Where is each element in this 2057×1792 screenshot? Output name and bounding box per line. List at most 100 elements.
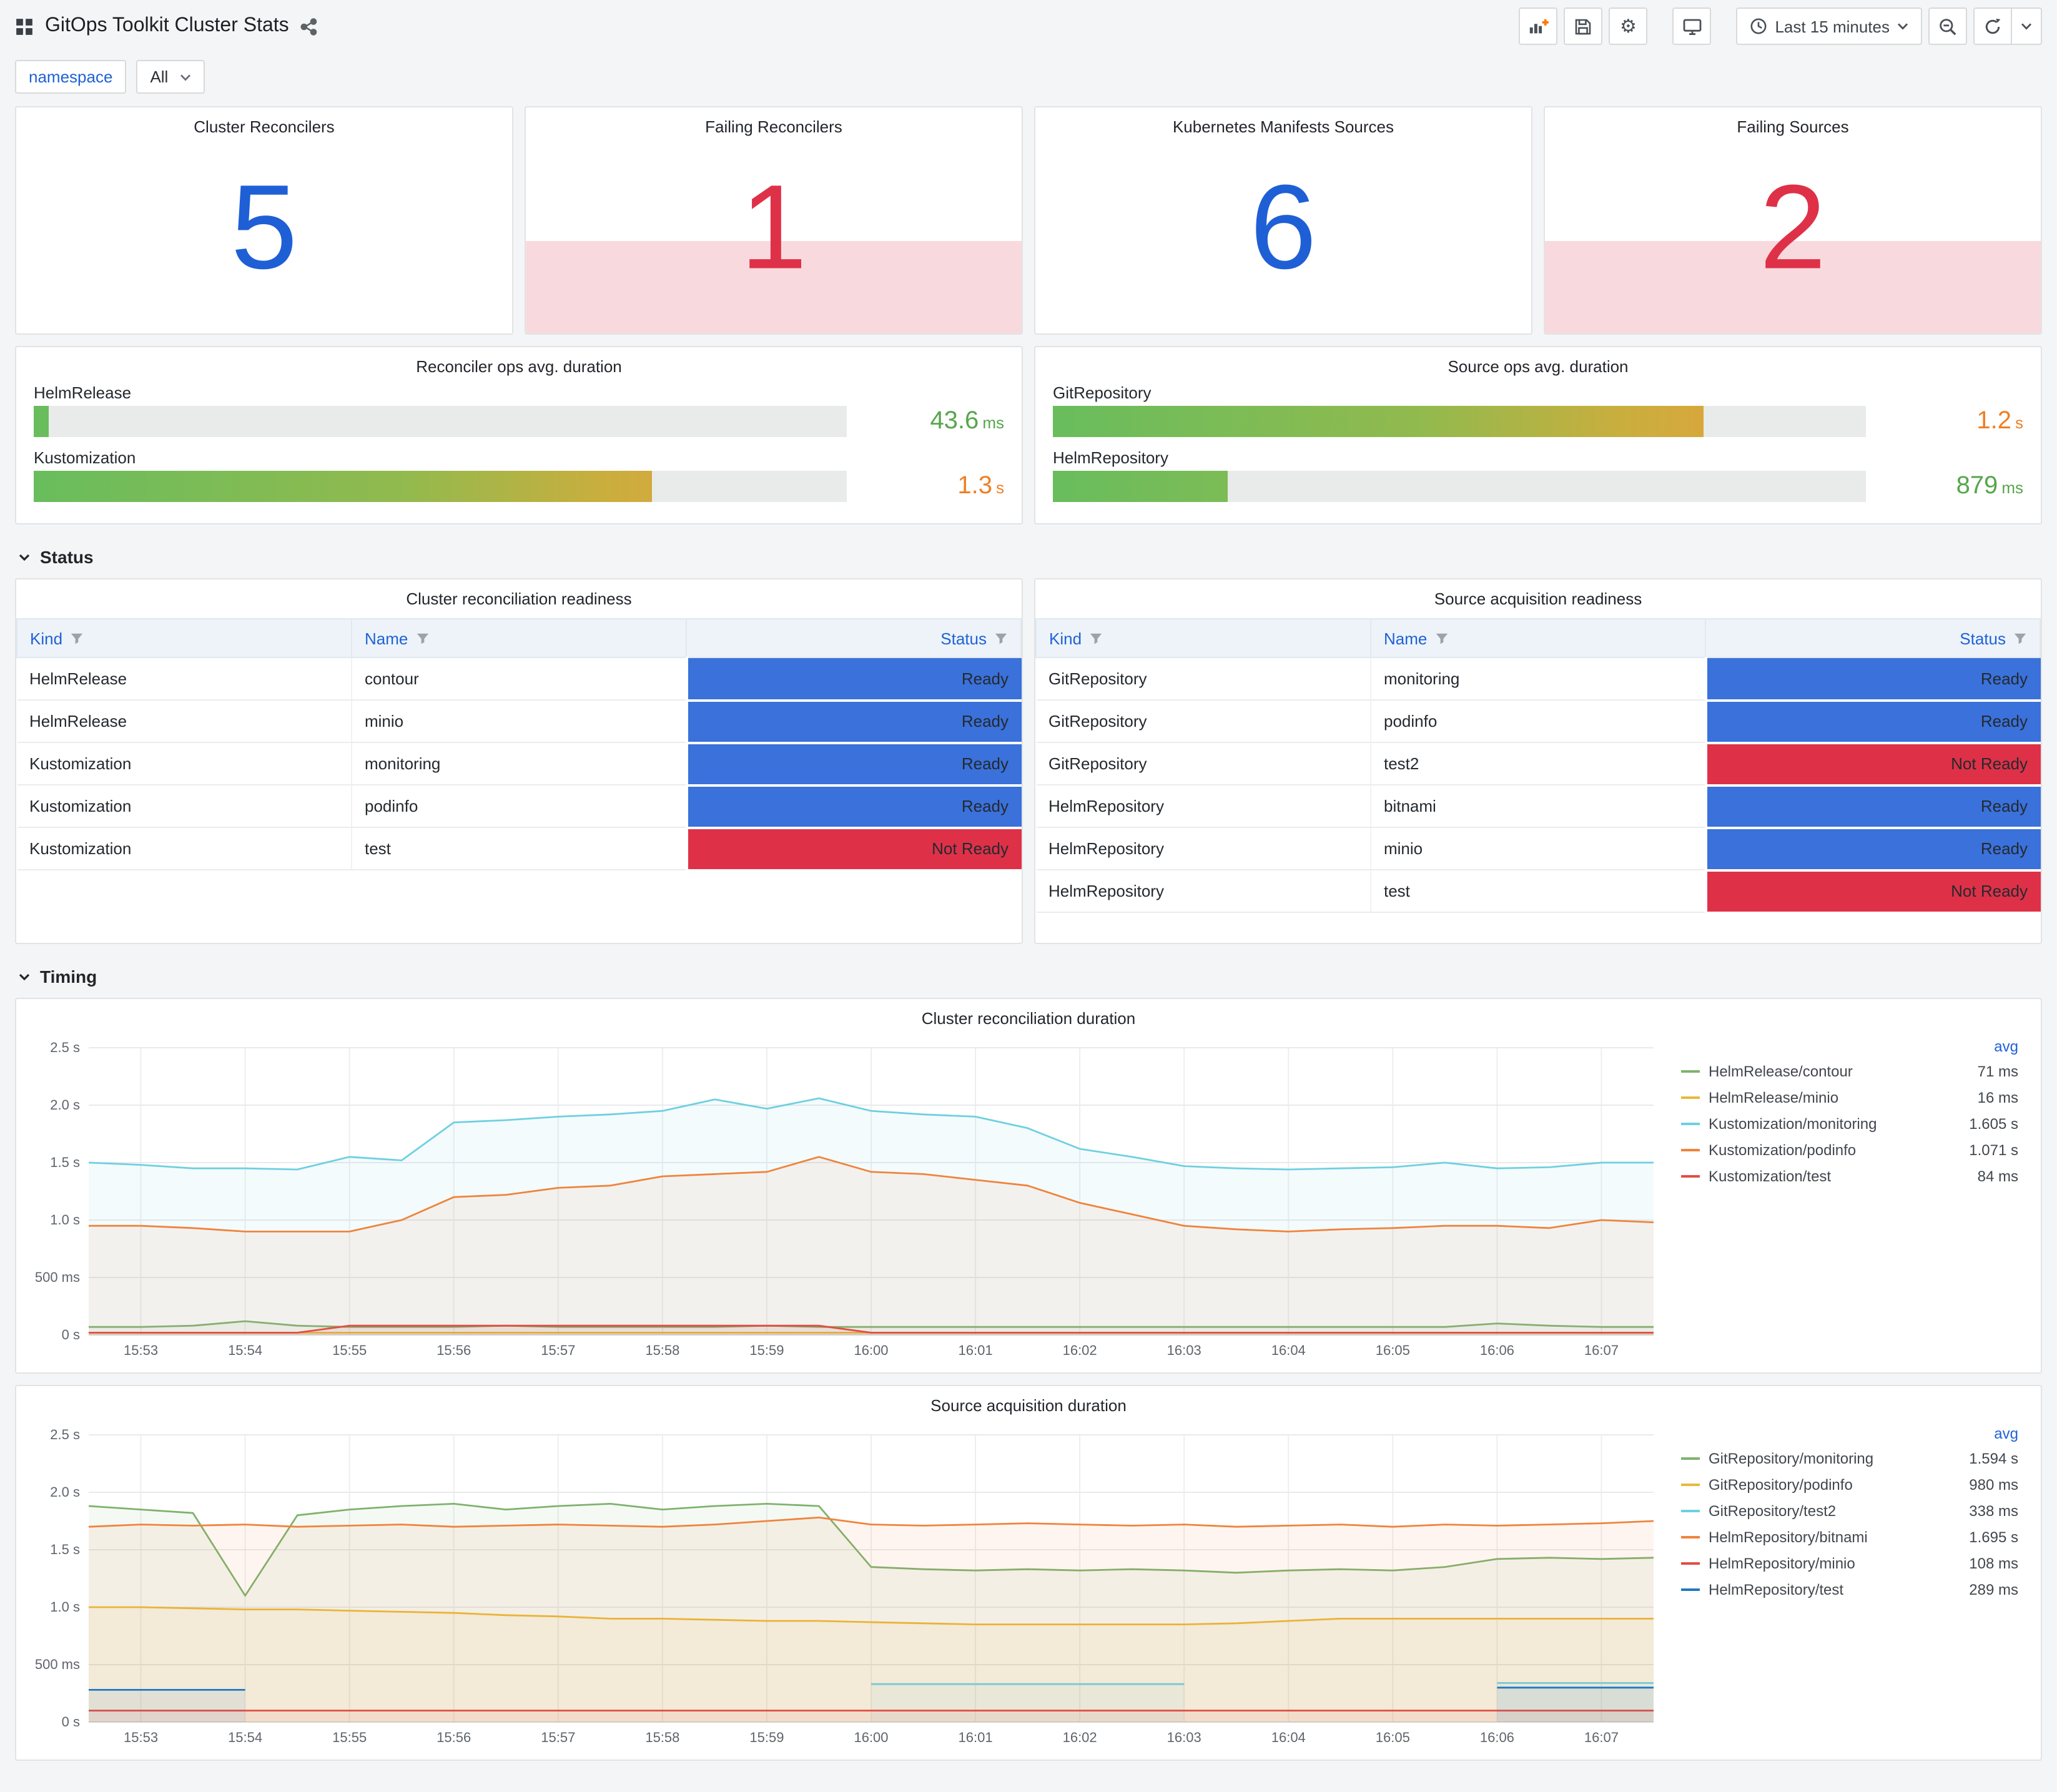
chart-legend: avg HelmRelease/contour 71 ms HelmRelease/m…: [1671, 1035, 2031, 1365]
time-series-plot[interactable]: 15:53 15:54 15:55 15:56 15:57 15:58 15:59 16:00…: [24, 1035, 1671, 1365]
series-name[interactable]: HelmRepository/bitnami: [1709, 1528, 1959, 1545]
stat-value: 5: [230, 160, 298, 294]
series-name[interactable]: Kustomization/monitoring: [1709, 1115, 1959, 1132]
legend-item[interactable]: HelmRepository/bitnami 1.695 s: [1681, 1524, 2018, 1550]
series-avg-value: 289 ms: [1969, 1580, 2018, 1598]
series-name[interactable]: HelmRepository/test: [1709, 1580, 1959, 1598]
series-color-dash: [1681, 1562, 1700, 1564]
column-header-kind[interactable]: Kind: [1035, 618, 1371, 658]
filter-icon[interactable]: [415, 631, 429, 645]
cell-name: monitoring: [352, 742, 687, 785]
cell-name: minio: [1371, 827, 1706, 870]
cell-kind: GitRepository: [1036, 742, 1371, 785]
tv-cycle-icon[interactable]: [1672, 7, 1712, 45]
legend-item[interactable]: GitRepository/podinfo 980 ms: [1681, 1471, 2018, 1497]
legend-item[interactable]: GitRepository/test2 338 ms: [1681, 1497, 2018, 1524]
apps-grid-icon[interactable]: [15, 17, 34, 36]
gauge-bar: [1053, 406, 1704, 437]
series-name[interactable]: GitRepository/monitoring: [1709, 1449, 1959, 1467]
series-name[interactable]: Kustomization/test: [1709, 1167, 1968, 1184]
panel-title[interactable]: Kubernetes Manifests Sources: [1035, 107, 1531, 141]
cell-kind: HelmRepository: [1036, 785, 1371, 828]
refresh-interval-caret[interactable]: [2012, 7, 2042, 45]
filter-icon[interactable]: [70, 631, 84, 645]
cell-name: test2: [1371, 742, 1706, 785]
series-name[interactable]: HelmRelease/minio: [1709, 1088, 1968, 1106]
gauge-row: HelmRepository 879 ms: [1053, 448, 2023, 502]
panel-title[interactable]: Cluster Reconcilers: [16, 107, 512, 141]
svg-text:16:06: 16:06: [1480, 1730, 1514, 1745]
svg-text:500 ms: 500 ms: [35, 1269, 80, 1285]
filter-icon[interactable]: [2013, 631, 2027, 645]
series-avg-value: 84 ms: [1977, 1167, 2018, 1184]
settings-gear-icon[interactable]: ⚙: [1609, 7, 1648, 45]
chevron-down-icon: [19, 973, 30, 980]
svg-text:15:59: 15:59: [749, 1342, 784, 1358]
filter-icon[interactable]: [1434, 631, 1448, 645]
cell-name: podinfo: [352, 785, 687, 828]
panel-title[interactable]: Source acquisition readiness: [1035, 579, 2041, 613]
filter-icon[interactable]: [1089, 631, 1103, 645]
column-header-name[interactable]: Name: [1370, 618, 1706, 658]
time-range-picker[interactable]: Last 15 minutes: [1736, 7, 1922, 45]
section-row-timing[interactable]: Timing: [15, 955, 2042, 998]
stat-panel-cluster-reconcilers: Cluster Reconcilers 5: [15, 106, 513, 335]
status-badge: Ready: [685, 657, 1021, 701]
svg-text:1.5 s: 1.5 s: [50, 1154, 80, 1170]
chart-canvas[interactable]: 15:53 15:54 15:55 15:56 15:57 15:58 15:59 16:00…: [24, 1035, 1671, 1365]
legend-item[interactable]: HelmRepository/test 289 ms: [1681, 1576, 2018, 1602]
series-name[interactable]: Kustomization/podinfo: [1709, 1141, 1959, 1158]
cell-kind: HelmRepository: [1036, 870, 1371, 913]
series-name[interactable]: HelmRelease/contour: [1709, 1062, 1968, 1080]
column-header-label: Name: [1384, 629, 1428, 647]
status-badge: Ready: [1704, 700, 2040, 744]
svg-text:2.0 s: 2.0 s: [50, 1097, 80, 1113]
legend-avg-header[interactable]: avg: [1681, 1425, 2018, 1442]
legend-item[interactable]: Kustomization/podinfo 1.071 s: [1681, 1136, 2018, 1163]
table-row: GitRepository monitoring Ready: [1036, 657, 2040, 701]
panel-title[interactable]: Cluster reconciliation duration: [16, 999, 2041, 1033]
add-panel-button[interactable]: [1519, 7, 1558, 45]
time-series-plot[interactable]: 15:53 15:54 15:55 15:56 15:57 15:58 15:59 16:00…: [24, 1422, 1671, 1752]
legend-item[interactable]: Kustomization/test 84 ms: [1681, 1163, 2018, 1189]
share-icon[interactable]: [300, 17, 319, 36]
refresh-icon[interactable]: [1973, 7, 2012, 45]
panel-title[interactable]: Source ops avg. duration: [1035, 347, 2041, 381]
section-row-status[interactable]: Status: [15, 536, 2042, 578]
status-badge: Ready: [1704, 785, 2040, 829]
legend-item[interactable]: HelmRelease/contour 71 ms: [1681, 1058, 2018, 1084]
series-name[interactable]: HelmRepository/minio: [1709, 1554, 1959, 1572]
panel-title[interactable]: Failing Reconcilers: [526, 107, 1022, 141]
column-header-name[interactable]: Name: [351, 618, 687, 658]
panel-title[interactable]: Reconciler ops avg. duration: [16, 347, 1022, 381]
zoom-out-icon[interactable]: [1928, 7, 1967, 45]
legend-item[interactable]: GitRepository/monitoring 1.594 s: [1681, 1445, 2018, 1471]
legend-item[interactable]: HelmRelease/minio 16 ms: [1681, 1084, 2018, 1110]
gauge-bar: [34, 471, 652, 502]
svg-text:16:04: 16:04: [1271, 1342, 1306, 1358]
cell-name: minio: [352, 700, 687, 743]
column-header-status[interactable]: Status: [1705, 618, 2041, 658]
column-header-label: Status: [940, 629, 987, 647]
legend-item[interactable]: Kustomization/monitoring 1.605 s: [1681, 1110, 2018, 1136]
column-header-kind[interactable]: Kind: [16, 618, 352, 658]
series-avg-value: 1.695 s: [1969, 1528, 2018, 1545]
series-name[interactable]: GitRepository/test2: [1709, 1502, 1959, 1519]
column-header-status[interactable]: Status: [686, 618, 1022, 658]
series-avg-value: 16 ms: [1977, 1088, 2018, 1106]
column-header-label: Kind: [1049, 629, 1082, 647]
svg-text:0 s: 0 s: [62, 1714, 80, 1730]
variable-value-dropdown[interactable]: All: [136, 60, 205, 94]
svg-text:1.5 s: 1.5 s: [50, 1542, 80, 1557]
filter-icon[interactable]: [994, 631, 1008, 645]
legend-item[interactable]: HelmRepository/minio 108 ms: [1681, 1550, 2018, 1576]
svg-text:0 s: 0 s: [62, 1327, 80, 1342]
panel-title[interactable]: Source acquisition duration: [16, 1386, 2041, 1420]
legend-avg-header[interactable]: avg: [1681, 1038, 2018, 1055]
panel-title[interactable]: Cluster reconciliation readiness: [16, 579, 1022, 613]
save-icon[interactable]: [1564, 7, 1603, 45]
panel-title[interactable]: Failing Sources: [1545, 107, 2041, 141]
series-name[interactable]: GitRepository/podinfo: [1709, 1475, 1959, 1493]
cell-name: contour: [352, 657, 687, 701]
chart-canvas[interactable]: 15:53 15:54 15:55 15:56 15:57 15:58 15:59 16:00…: [24, 1422, 1671, 1752]
